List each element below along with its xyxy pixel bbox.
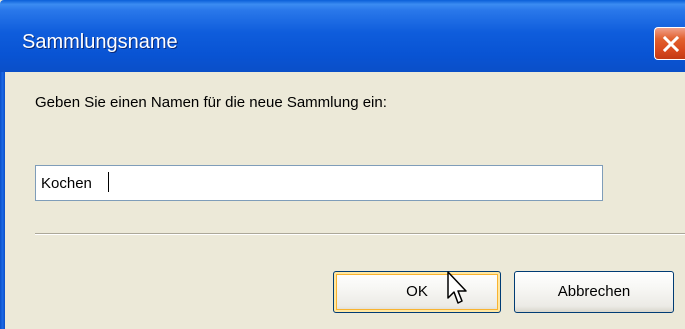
text-caret — [108, 172, 109, 192]
collection-name-input[interactable] — [35, 165, 603, 201]
cancel-button[interactable]: Abbrechen — [514, 271, 674, 313]
separator — [35, 233, 685, 235]
title-bar[interactable]: Sammlungsname — [0, 0, 685, 72]
ok-button[interactable]: OK — [333, 271, 501, 313]
window-frame-left — [0, 72, 5, 329]
prompt-label: Geben Sie einen Namen für die neue Samml… — [35, 94, 387, 111]
collection-name-dialog: Sammlungsname Geben Sie einen Namen für … — [0, 0, 685, 329]
mouse-pointer-icon — [447, 271, 467, 304]
dialog-title: Sammlungsname — [22, 31, 178, 53]
close-icon — [662, 35, 680, 53]
close-button[interactable] — [654, 27, 685, 60]
